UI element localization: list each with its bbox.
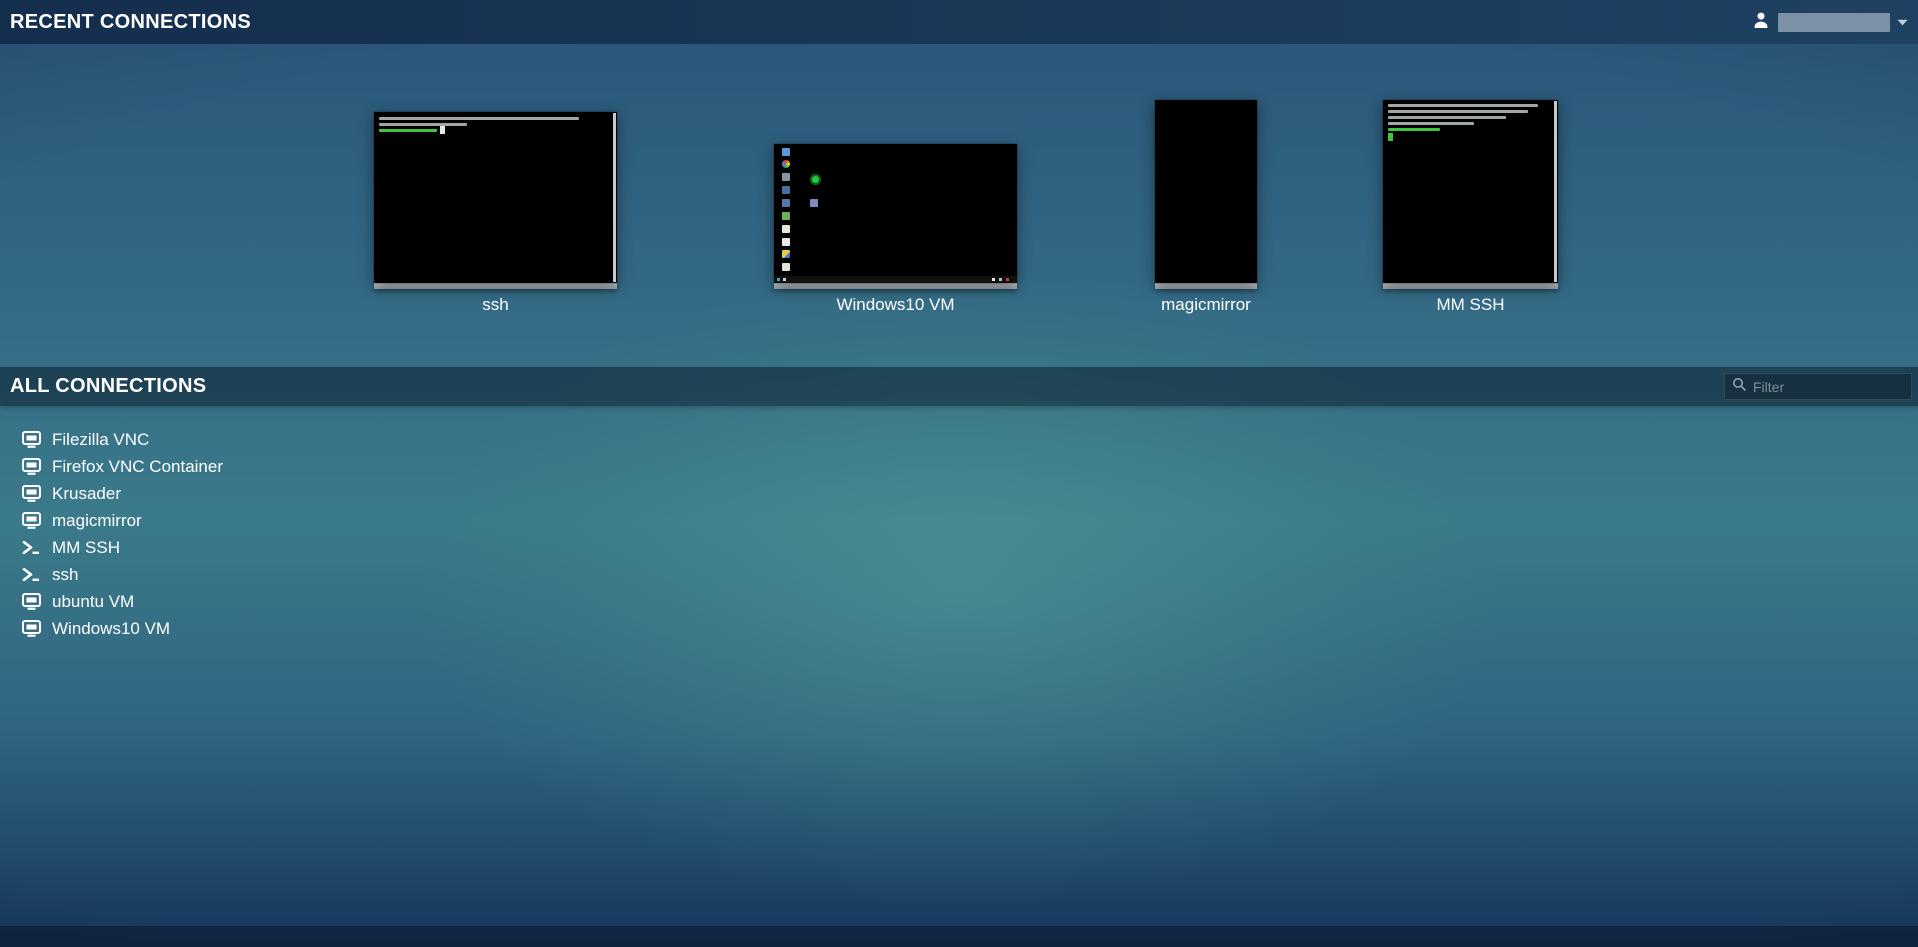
recent-connection-windows10-vm[interactable]: Windows10 VM <box>774 144 1017 315</box>
connection-item-ssh[interactable]: ssh <box>0 561 102 588</box>
desktop-icon <box>782 225 790 233</box>
monitor-icon <box>22 485 41 502</box>
monitor-icon <box>22 620 41 637</box>
connection-item-windows10-vm[interactable]: Windows10 VM <box>0 615 194 642</box>
thumbnail-base <box>1155 283 1257 289</box>
connection-item-mm-ssh[interactable]: MM SSH <box>0 534 144 561</box>
connection-item-krusader[interactable]: Krusader <box>0 480 145 507</box>
desktop-icon <box>782 250 790 258</box>
connection-item-filezilla-vnc[interactable]: Filezilla VNC <box>0 426 173 453</box>
desktop-icon <box>810 199 818 207</box>
terminal-icon <box>22 566 41 583</box>
desktop-icon <box>782 199 790 207</box>
recent-connection-mm-ssh[interactable]: MM SSH <box>1383 100 1558 315</box>
thumbnail-base <box>1383 283 1558 289</box>
user-icon <box>1751 10 1771 35</box>
username-redacted <box>1778 13 1890 32</box>
bottom-gradient-strip <box>0 926 1918 947</box>
connection-thumbnail <box>374 112 617 283</box>
connection-item-magicmirror[interactable]: magicmirror <box>0 507 166 534</box>
monitor-icon <box>22 431 41 448</box>
connection-item-ubuntu-vm[interactable]: ubuntu VM <box>0 588 158 615</box>
desktop-icon <box>782 212 790 220</box>
desktop-icon <box>782 173 790 181</box>
monitor-icon <box>22 458 41 475</box>
user-menu[interactable] <box>1751 10 1908 35</box>
filter-input[interactable] <box>1753 379 1904 395</box>
recent-connection-label: ssh <box>374 295 617 315</box>
desktop-icon <box>782 263 790 271</box>
connection-list: Filezilla VNC Firefox VNC Container Krus… <box>0 426 247 642</box>
thumbnail-base <box>374 283 617 289</box>
connection-label: magicmirror <box>52 511 142 531</box>
connection-label: Krusader <box>52 484 121 504</box>
connection-item-firefox-vnc-container[interactable]: Firefox VNC Container <box>0 453 247 480</box>
thumbnail-base <box>774 283 1017 289</box>
filter-box <box>1724 373 1912 400</box>
thumbnail-scrollbar <box>1554 101 1557 282</box>
connection-label: ssh <box>52 565 78 585</box>
search-icon <box>1732 377 1747 397</box>
connection-thumbnail <box>1383 100 1558 283</box>
connection-label: Windows10 VM <box>52 619 170 639</box>
terminal-icon <box>22 539 41 556</box>
all-connections-header: ALL CONNECTIONS <box>0 367 1918 406</box>
section-title: ALL CONNECTIONS <box>10 375 206 398</box>
desktop-icon <box>810 174 821 185</box>
page-title: RECENT CONNECTIONS <box>10 11 251 34</box>
guacamole-home: RECENT CONNECTIONS <box>0 0 1918 947</box>
connection-label: Firefox VNC Container <box>52 457 223 477</box>
monitor-icon <box>22 593 41 610</box>
recent-connection-label: Windows10 VM <box>774 295 1017 315</box>
connection-thumbnail <box>1155 100 1257 283</box>
recent-connection-label: MM SSH <box>1383 295 1558 315</box>
recent-connection-label: magicmirror <box>1155 295 1257 315</box>
topbar: RECENT CONNECTIONS <box>0 0 1918 44</box>
connection-thumbnail <box>774 144 1017 283</box>
desktop-icon <box>782 160 790 168</box>
thumbnail-taskbar <box>774 276 1017 283</box>
connection-label: MM SSH <box>52 538 120 558</box>
thumbnail-scrollbar <box>613 113 616 282</box>
recent-connection-ssh[interactable]: ssh <box>374 112 617 315</box>
connection-label: ubuntu VM <box>52 592 134 612</box>
desktop-icon <box>782 148 790 156</box>
desktop-icon <box>782 238 790 246</box>
recent-connection-magicmirror[interactable]: magicmirror <box>1155 100 1257 315</box>
desktop-icon <box>782 186 790 194</box>
connection-label: Filezilla VNC <box>52 430 149 450</box>
chevron-down-icon <box>1897 13 1908 31</box>
monitor-icon <box>22 512 41 529</box>
